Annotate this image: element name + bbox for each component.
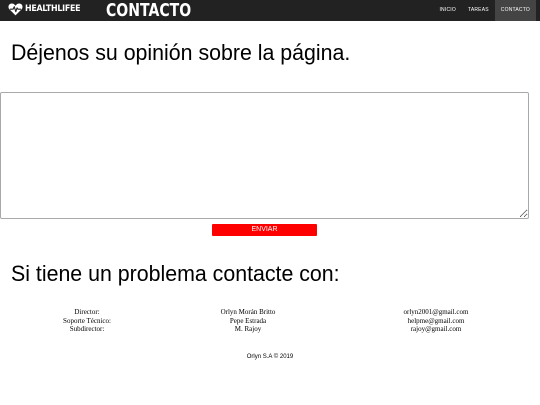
nav-contacto[interactable]: CONTACTO: [494, 0, 536, 21]
page-heading: CONTACTO: [106, 0, 192, 21]
contact-email: rajoy@gmail.com: [410, 325, 462, 333]
send-button[interactable]: ENVIAR: [212, 224, 317, 236]
contact-row: Soporte Técnico: Pepe Estrada helpme@gma…: [0, 317, 540, 326]
contact-row: Subdirector: M. Rajoy rajoy@gmail.com: [0, 325, 540, 334]
contact-email: helpme@gmail.com: [407, 316, 465, 325]
contact-role: Soporte Técnico:: [63, 316, 111, 325]
contact-email: orlyn2001@gmail.com: [403, 308, 469, 316]
nav-tareas[interactable]: TAREAS: [462, 0, 495, 21]
nav-inicio[interactable]: INICIO: [433, 0, 461, 21]
contact-name: Orlyn Morán Britto: [220, 308, 276, 316]
brand-name: HEALTHLIFEE: [25, 4, 81, 14]
contact-row: Director: Orlyn Morán Britto orlyn2001@g…: [0, 308, 540, 317]
contact-name: Pepe Estrada: [229, 316, 267, 325]
top-navbar: HEALTHLIFEE CONTACTO INICIO TAREAS CONTA…: [0, 0, 540, 21]
footer-text: Orlyn S.A © 2019: [246, 354, 294, 360]
contact-name: M. Rajoy: [234, 325, 262, 333]
contact-title: Si tiene un problema contacte con:: [11, 261, 340, 286]
contact-role: Subdirector:: [69, 325, 105, 333]
brand-logo[interactable]: HEALTHLIFEE: [8, 2, 88, 16]
contact-role: Director:: [74, 308, 100, 316]
opinion-title: Déjenos su opinión sobre la página.: [11, 40, 351, 65]
heart-pulse-icon: [8, 2, 23, 15]
main-nav: INICIO TAREAS CONTACTO: [433, 0, 536, 21]
opinion-textarea[interactable]: [0, 92, 529, 219]
contact-table: Director: Orlyn Morán Britto orlyn2001@g…: [0, 308, 540, 334]
